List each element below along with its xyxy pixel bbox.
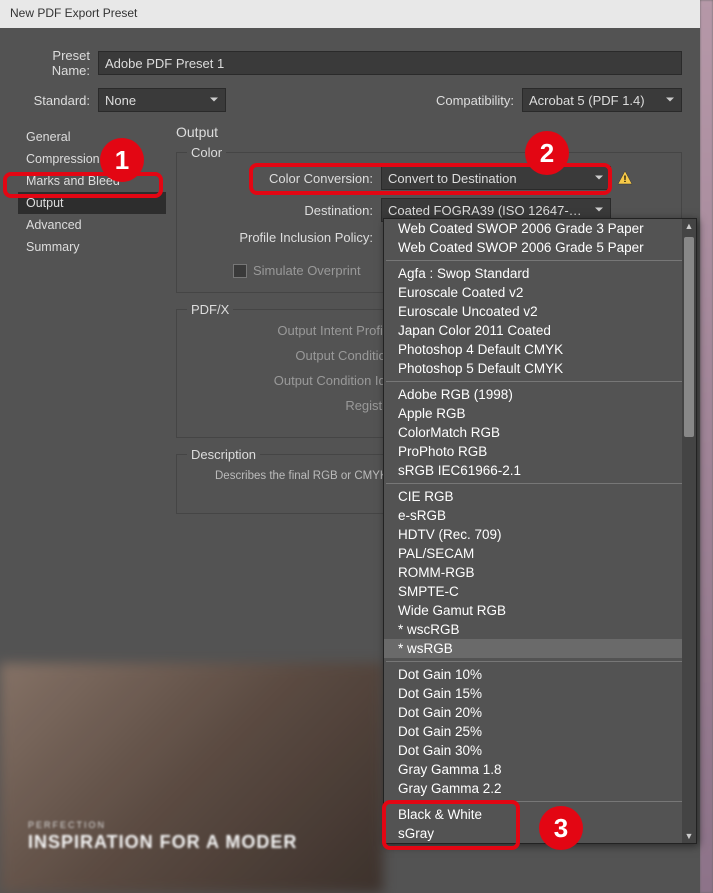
menu-item[interactable]: e-sRGB (384, 506, 696, 525)
menu-item[interactable]: Apple RGB (384, 404, 696, 423)
sidebar-item-marks-and-bleed[interactable]: Marks and Bleed (18, 170, 166, 192)
menu-item[interactable]: Euroscale Coated v2 (384, 283, 696, 302)
annotation-badge-3: 3 (539, 806, 583, 850)
menu-item[interactable]: sRGB IEC61966-2.1 (384, 461, 696, 480)
compatibility-value: Acrobat 5 (PDF 1.4) (529, 93, 645, 108)
menu-item[interactable]: Dot Gain 10% (384, 665, 696, 684)
menu-item[interactable]: ColorMatch RGB (384, 423, 696, 442)
color-group-title: Color (187, 145, 226, 160)
menu-item[interactable]: ProPhoto RGB (384, 442, 696, 461)
sidebar-item-summary[interactable]: Summary (18, 236, 166, 258)
simulate-overprint-label: Simulate Overprint (253, 263, 361, 278)
menu-item[interactable]: Agfa : Swop Standard (384, 264, 696, 283)
bg-line2: INSPIRATION FOR A MODER (28, 832, 378, 853)
menu-separator (386, 483, 694, 484)
menu-separator (386, 661, 694, 662)
background-image-blur (0, 663, 383, 893)
destination-dropdown-menu: Web Coated SWOP 2006 Grade 3 PaperWeb Co… (383, 218, 697, 844)
svg-text:!: ! (624, 174, 627, 184)
menu-item[interactable]: HDTV (Rec. 709) (384, 525, 696, 544)
menu-item[interactable]: Japan Color 2011 Coated (384, 321, 696, 340)
pdfx-group-title: PDF/X (187, 302, 233, 317)
chevron-down-icon (665, 93, 675, 108)
menu-item[interactable]: Web Coated SWOP 2006 Grade 3 Paper (384, 219, 696, 238)
annotation-badge-2: 2 (525, 131, 569, 175)
profile-inclusion-label: Profile Inclusion Policy: (191, 230, 381, 245)
color-conversion-label: Color Conversion: (191, 171, 381, 186)
preset-name-row: Preset Name: (18, 48, 682, 78)
scrollbar-thumb[interactable] (684, 237, 694, 437)
standard-select[interactable]: None (98, 88, 226, 112)
menu-item[interactable]: Dot Gain 30% (384, 741, 696, 760)
menu-item[interactable]: Photoshop 5 Default CMYK (384, 359, 696, 378)
chevron-down-icon (594, 171, 604, 186)
background-text: PERFECTION INSPIRATION FOR A MODER (28, 820, 378, 853)
menu-item[interactable]: Photoshop 4 Default CMYK (384, 340, 696, 359)
color-conversion-select[interactable]: Convert to Destination (381, 166, 611, 190)
menu-item[interactable]: SMPTE-C (384, 582, 696, 601)
menu-separator (386, 801, 694, 802)
menu-item[interactable]: * wsRGB (384, 639, 696, 658)
sidebar-item-general[interactable]: General (18, 126, 166, 148)
bg-line1: PERFECTION (28, 820, 378, 830)
menu-separator (386, 260, 694, 261)
sidebar: GeneralCompressionMarks and BleedOutputA… (18, 122, 166, 530)
annotation-badge-1: 1 (100, 138, 144, 182)
dropdown-scrollbar[interactable]: ▲ ▼ (682, 219, 696, 843)
standard-value: None (105, 93, 136, 108)
destination-value: Coated FOGRA39 (ISO 12647-2:2004) (388, 203, 583, 218)
standard-compat-row: Standard: None Compatibility: Acrobat 5 … (18, 88, 682, 112)
compatibility-wrap: Compatibility: Acrobat 5 (PDF 1.4) (436, 88, 682, 112)
background-strip (700, 0, 713, 893)
menu-item[interactable]: Web Coated SWOP 2006 Grade 5 Paper (384, 238, 696, 257)
menu-separator (386, 381, 694, 382)
compatibility-label: Compatibility: (436, 93, 514, 108)
warning-icon: ! (617, 170, 633, 186)
preset-name-label: Preset Name: (18, 48, 98, 78)
menu-item[interactable]: Wide Gamut RGB (384, 601, 696, 620)
scroll-up-arrow-icon[interactable]: ▲ (682, 219, 696, 233)
scroll-down-arrow-icon[interactable]: ▼ (682, 829, 696, 843)
menu-item[interactable]: Dot Gain 15% (384, 684, 696, 703)
section-heading: Output (176, 124, 682, 140)
menu-item[interactable]: Gray Gamma 2.2 (384, 779, 696, 798)
menu-item[interactable]: Gray Gamma 1.8 (384, 760, 696, 779)
standard-label: Standard: (18, 93, 98, 108)
menu-item[interactable]: Dot Gain 25% (384, 722, 696, 741)
menu-item[interactable]: Euroscale Uncoated v2 (384, 302, 696, 321)
registry-label: Registry (191, 398, 401, 413)
window-title: New PDF Export Preset (10, 6, 137, 20)
output-intent-profile-label: Output Intent Profile (191, 323, 401, 338)
description-group-title: Description (187, 447, 260, 462)
chevron-down-icon (209, 93, 219, 108)
sidebar-item-output[interactable]: Output (18, 192, 166, 214)
preset-name-input[interactable] (98, 51, 682, 75)
destination-label: Destination: (191, 203, 381, 218)
compatibility-select[interactable]: Acrobat 5 (PDF 1.4) (522, 88, 682, 112)
menu-item[interactable]: CIE RGB (384, 487, 696, 506)
menu-item[interactable]: ROMM-RGB (384, 563, 696, 582)
window-titlebar: New PDF Export Preset (0, 0, 700, 28)
menu-item[interactable]: PAL/SECAM (384, 544, 696, 563)
simulate-overprint-checkbox[interactable] (233, 264, 247, 278)
output-condition-id-label: Output Condition Ide (191, 373, 401, 388)
menu-item[interactable]: Dot Gain 20% (384, 703, 696, 722)
menu-item[interactable]: * wscRGB (384, 620, 696, 639)
chevron-down-icon (594, 203, 604, 218)
menu-item[interactable]: Adobe RGB (1998) (384, 385, 696, 404)
color-conversion-value: Convert to Destination (388, 171, 517, 186)
sidebar-item-advanced[interactable]: Advanced (18, 214, 166, 236)
output-condition-label: Output Condition (191, 348, 401, 363)
